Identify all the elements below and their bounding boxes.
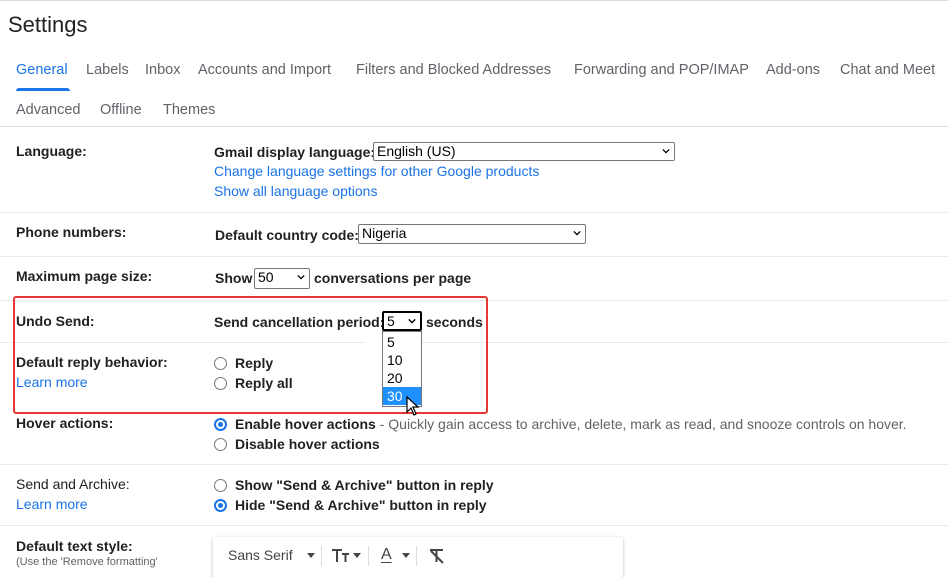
enable-hover-label: Enable hover actions - Quickly gain acce… bbox=[235, 416, 907, 432]
disable-hover-label: Disable hover actions bbox=[235, 436, 380, 452]
tabs-divider bbox=[0, 126, 948, 127]
chevron-down-icon bbox=[297, 274, 305, 280]
caret-down-icon bbox=[402, 553, 410, 558]
show-label: Show bbox=[215, 270, 253, 286]
settings-tabs: General Labels Inbox Accounts and Import… bbox=[0, 58, 948, 91]
country-code-select[interactable]: Nigeria bbox=[358, 224, 586, 244]
page-size-select[interactable]: 50 bbox=[254, 268, 310, 289]
tab-forwarding-and-pop-imap[interactable]: Forwarding and POP/IMAP bbox=[574, 62, 749, 78]
page-size-suffix: conversations per page bbox=[314, 270, 472, 286]
reply-radio[interactable] bbox=[214, 357, 227, 370]
hide-send-archive-label: Hide "Send & Archive" button in reply bbox=[235, 497, 487, 513]
hover-actions-label: Hover actions: bbox=[16, 415, 114, 431]
show-send-archive-label: Show "Send & Archive" button in reply bbox=[235, 477, 494, 493]
show-send-archive-radio[interactable] bbox=[214, 479, 227, 492]
settings-tabs-row2: Advanced Offline Themes bbox=[0, 98, 948, 126]
chevron-down-icon bbox=[662, 148, 670, 154]
disable-hover-radio[interactable] bbox=[214, 438, 227, 451]
tab-themes[interactable]: Themes bbox=[163, 102, 215, 118]
undo-send-label: Undo Send: bbox=[16, 313, 95, 329]
caret-down-icon bbox=[353, 553, 361, 558]
tab-add-ons[interactable]: Add-ons bbox=[766, 62, 820, 78]
chevron-down-icon bbox=[573, 230, 581, 236]
reply-behavior-learn-more-link[interactable]: Learn more bbox=[16, 374, 88, 390]
display-language-select[interactable]: English (US) bbox=[373, 142, 675, 161]
row-divider bbox=[0, 256, 948, 257]
tab-advanced[interactable]: Advanced bbox=[16, 102, 81, 118]
page-size-value: 50 bbox=[258, 269, 274, 285]
tab-labels[interactable]: Labels bbox=[86, 62, 129, 78]
tab-offline[interactable]: Offline bbox=[100, 102, 142, 118]
send-archive-label: Send and Archive: bbox=[16, 476, 130, 492]
dropdown-option-10[interactable]: 10 bbox=[383, 351, 421, 369]
display-language-label: Gmail display language: bbox=[214, 144, 376, 160]
tab-filters-and-blocked-addresses[interactable]: Filters and Blocked Addresses bbox=[356, 62, 551, 78]
enable-hover-title: Enable hover actions bbox=[235, 416, 376, 432]
tab-chat-and-meet[interactable]: Chat and Meet bbox=[840, 62, 935, 78]
dropdown-option-5[interactable]: 5 bbox=[383, 333, 421, 351]
country-code-label: Default country code: bbox=[215, 227, 359, 243]
display-language-value: English (US) bbox=[377, 143, 456, 159]
cancellation-period-select[interactable]: 5 bbox=[382, 311, 422, 331]
phone-numbers-label: Phone numbers: bbox=[16, 224, 127, 240]
reply-all-option-label: Reply all bbox=[235, 375, 293, 391]
font-family-button[interactable]: Sans Serif bbox=[228, 547, 293, 563]
text-style-sublabel: (Use the 'Remove formatting' bbox=[16, 556, 158, 568]
row-divider bbox=[0, 300, 948, 301]
reply-option-label: Reply bbox=[235, 355, 274, 371]
row-divider bbox=[0, 464, 948, 465]
tab-accounts-and-import[interactable]: Accounts and Import bbox=[198, 62, 331, 78]
hide-send-archive-radio[interactable] bbox=[214, 499, 227, 512]
country-code-value: Nigeria bbox=[362, 225, 407, 241]
row-divider bbox=[422, 342, 948, 343]
dropdown-option-20[interactable]: 20 bbox=[383, 369, 421, 387]
enable-hover-description: - Quickly gain access to archive, delete… bbox=[379, 416, 907, 432]
seconds-label: seconds bbox=[426, 314, 483, 330]
reply-behavior-label: Default reply behavior: bbox=[16, 354, 168, 370]
text-color-icon[interactable]: A bbox=[381, 546, 392, 564]
default-text-style-label: Default text style: bbox=[16, 538, 133, 554]
change-language-link[interactable]: Change language settings for other Googl… bbox=[214, 163, 539, 179]
max-page-size-label: Maximum page size: bbox=[16, 268, 153, 284]
page-title: Settings bbox=[8, 12, 88, 37]
row-divider bbox=[0, 342, 366, 343]
show-all-languages-link[interactable]: Show all language options bbox=[214, 183, 377, 199]
chevron-down-icon bbox=[408, 318, 416, 324]
remove-formatting-icon[interactable] bbox=[428, 548, 446, 564]
formatting-toolbar: Sans Serif A bbox=[213, 537, 623, 577]
cancellation-period-label: Send cancellation period: bbox=[214, 314, 385, 330]
tab-general[interactable]: General bbox=[16, 62, 68, 78]
toolbar-separator bbox=[321, 546, 322, 566]
tab-inbox[interactable]: Inbox bbox=[145, 62, 180, 78]
reply-all-radio[interactable] bbox=[214, 377, 227, 390]
language-label: Language: bbox=[16, 143, 87, 159]
row-divider bbox=[0, 525, 948, 526]
font-size-icon[interactable] bbox=[331, 548, 351, 564]
row-divider bbox=[0, 212, 948, 213]
cancellation-period-value: 5 bbox=[387, 313, 395, 329]
caret-down-icon bbox=[307, 553, 315, 558]
active-tab-indicator bbox=[16, 88, 70, 91]
mouse-cursor-icon bbox=[406, 396, 420, 416]
toolbar-separator bbox=[368, 546, 369, 566]
send-archive-learn-more-link[interactable]: Learn more bbox=[16, 496, 88, 512]
toolbar-separator bbox=[416, 546, 417, 566]
top-border bbox=[0, 0, 948, 1]
enable-hover-radio[interactable] bbox=[214, 418, 227, 431]
